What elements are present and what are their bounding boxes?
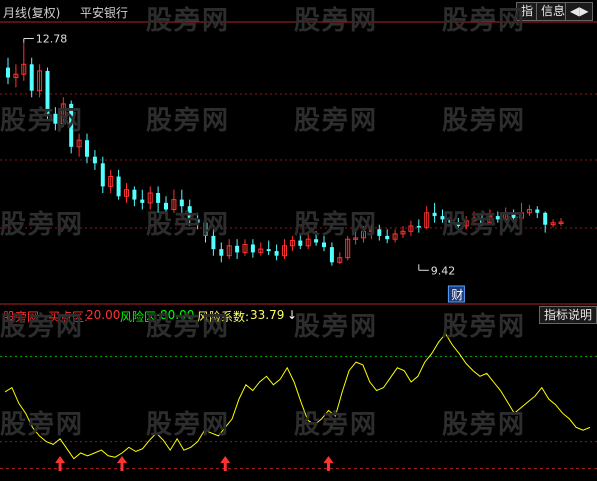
candle (329, 242, 334, 266)
stock-name[interactable]: 平安银行 (80, 4, 128, 21)
arrow-shaft (58, 462, 62, 471)
candle (226, 239, 232, 259)
candle (424, 206, 430, 230)
high-price-label: 12.78 (36, 33, 68, 46)
watermark: 股旁网 (294, 210, 379, 240)
finance-badge-label: 财 (451, 288, 463, 302)
watermark: 股旁网 (146, 312, 231, 342)
watermark: 股旁网 (442, 210, 527, 240)
candle (132, 186, 137, 207)
candle (108, 169, 114, 193)
candle (235, 239, 240, 259)
candle (92, 150, 97, 170)
candle (140, 189, 145, 210)
candle (266, 240, 271, 256)
arrow-head (323, 456, 334, 463)
candle-body (6, 67, 10, 78)
watermark: 股旁网 (0, 106, 85, 136)
candle (250, 239, 255, 258)
candle-body (100, 163, 105, 187)
candle (282, 239, 287, 259)
arrow-shaft (326, 462, 330, 471)
watermark: 股旁网 (442, 6, 527, 36)
candle (37, 64, 43, 98)
watermark: 股旁网 (442, 106, 527, 136)
candle (416, 219, 421, 233)
candle (85, 133, 89, 164)
buy-signal-arrow (117, 456, 127, 471)
candle (219, 242, 224, 263)
low-price-label: 9.42 (431, 264, 456, 277)
arrow-head (55, 456, 66, 463)
candle (274, 244, 279, 261)
candle (29, 57, 34, 98)
watermark: 股旁网 (0, 312, 85, 342)
candle (432, 202, 437, 223)
candle-body (322, 242, 326, 248)
candle-body (543, 212, 548, 225)
candle (337, 252, 343, 265)
candle (535, 206, 540, 219)
risk-coef-value: 33.79 (250, 308, 285, 322)
candle (21, 42, 27, 81)
candle-body (416, 226, 421, 228)
watermark: 股旁网 (442, 312, 527, 342)
watermark: 股旁网 (146, 6, 231, 36)
candle (558, 218, 564, 226)
candle (543, 211, 548, 233)
candle-body (116, 176, 121, 197)
watermark: 股旁网 (0, 410, 85, 440)
candle-body (132, 189, 137, 200)
candle-body (266, 249, 271, 252)
watermark: 股旁网 (146, 410, 231, 440)
watermark: 股旁网 (0, 210, 85, 240)
candle-body (92, 156, 97, 164)
candle-body (219, 249, 224, 256)
indicator-explanation-button[interactable]: 指标说明 (539, 306, 597, 324)
arrow-head (220, 456, 231, 463)
navigate-arrows-button[interactable]: ◀▶ (565, 2, 594, 21)
candle-body (156, 193, 161, 203)
candle (408, 220, 414, 236)
watermark: 股旁网 (146, 106, 231, 136)
candle (258, 242, 264, 256)
candle (392, 229, 398, 243)
candle-body (329, 247, 334, 263)
candle (100, 156, 105, 193)
watermark: 股旁网 (442, 410, 527, 440)
arrow-shaft (223, 462, 227, 471)
watermark: 股旁网 (294, 106, 379, 136)
candle-body (385, 235, 390, 240)
candle (242, 239, 248, 256)
watermark: 股旁网 (294, 312, 379, 342)
candle (124, 183, 129, 203)
candle (76, 133, 82, 157)
candle-body (250, 244, 255, 253)
arrow-shaft (120, 462, 124, 471)
watermark: 股旁网 (146, 210, 231, 240)
watermark: 股旁网 (294, 410, 379, 440)
candle (550, 219, 556, 228)
buy-zone-value: 20.00 (86, 308, 121, 322)
arrow-head (117, 456, 127, 463)
candle-body (298, 240, 303, 246)
watermark: 股旁网 (294, 6, 379, 36)
candle-body (535, 209, 540, 213)
candle (526, 204, 532, 217)
candle (6, 57, 10, 85)
candle (385, 229, 390, 244)
candle-body (29, 64, 34, 91)
candle-body (140, 199, 145, 203)
candle-body (432, 212, 437, 217)
candle (13, 64, 19, 88)
candle (116, 169, 121, 200)
period-label[interactable]: 月线(复权) (3, 4, 60, 21)
candle-body (85, 140, 89, 157)
candle-body (235, 245, 240, 253)
candle-body (274, 251, 279, 256)
